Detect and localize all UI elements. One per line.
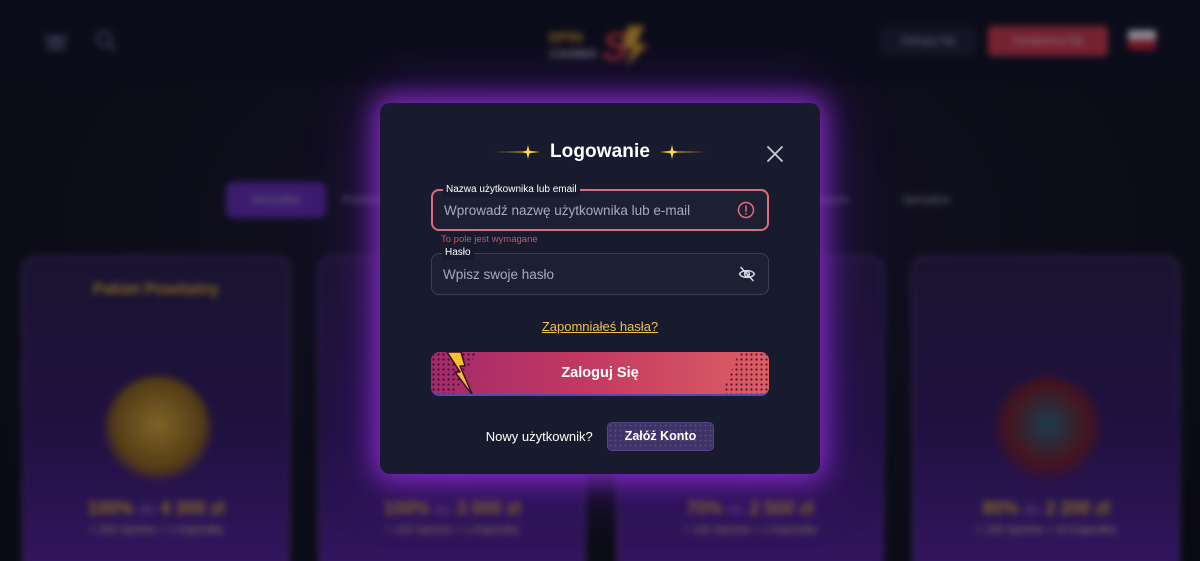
create-account-button[interactable]: Załóż Konto xyxy=(606,421,715,451)
login-submit-button[interactable]: Zaloguj Się xyxy=(431,352,769,396)
eye-off-icon[interactable] xyxy=(738,265,756,283)
login-submit-label: Zaloguj Się xyxy=(561,365,639,381)
error-icon xyxy=(737,201,755,219)
username-error-text: To pole jest wymagane xyxy=(441,234,538,245)
username-input[interactable] xyxy=(444,191,724,229)
modal-title: Logowanie xyxy=(549,141,651,162)
sparkle-icon xyxy=(493,145,540,159)
close-icon[interactable] xyxy=(764,143,786,165)
login-modal: Logowanie Nazwa użytkownika lub email To… xyxy=(380,103,820,474)
signup-row: Nowy użytkownik? Załóż Konto xyxy=(380,421,820,451)
forgot-password-link[interactable]: Zapomniałeś hasła? xyxy=(542,319,658,334)
password-field: Hasło xyxy=(431,246,769,295)
modal-header: Logowanie xyxy=(380,139,820,165)
forgot-password-row: Zapomniałeś hasła? xyxy=(380,318,820,336)
sparkle-icon xyxy=(660,145,707,159)
new-user-text: Nowy użytkownik? xyxy=(485,428,593,444)
password-input[interactable] xyxy=(443,254,723,294)
username-field: Nazwa użytkownika lub email xyxy=(431,183,769,231)
